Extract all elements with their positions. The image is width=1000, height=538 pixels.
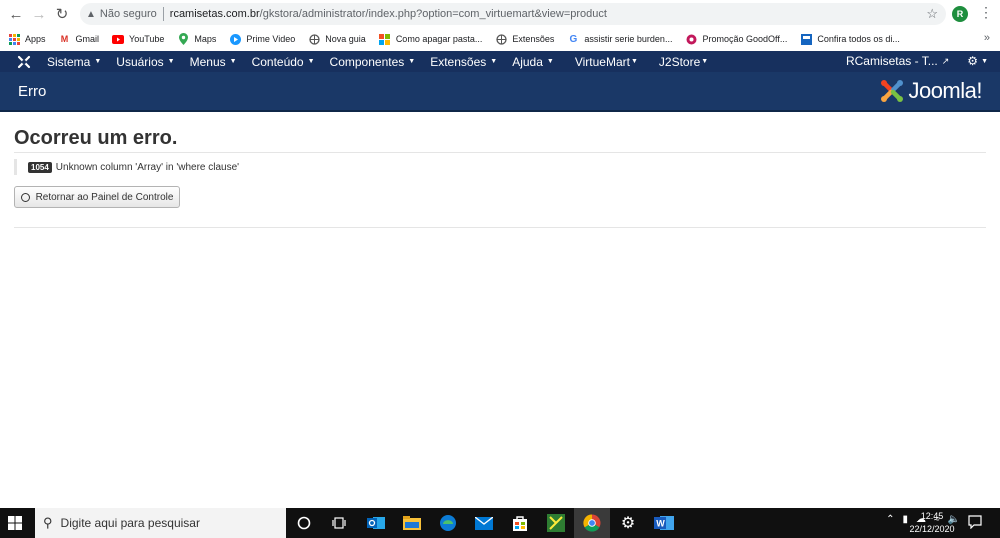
site-icon (800, 33, 812, 45)
nav-menus[interactable]: Menus ▼ (190, 55, 237, 69)
bookmark-maps[interactable]: Maps (177, 33, 216, 45)
settings-gear-icon[interactable]: ⚙ (617, 513, 639, 533)
joomla-wordmark: Joomla! (908, 78, 982, 103)
youtube-icon (112, 33, 125, 45)
chrome-icon[interactable] (581, 513, 603, 533)
error-heading: Ocorreu um erro. (14, 127, 178, 149)
chevron-up-icon[interactable]: ⌃ (886, 514, 894, 525)
bookmark-confira[interactable]: Confira todos os di... (800, 33, 900, 45)
divider (14, 152, 986, 153)
bookmark-assistir[interactable]: G assistir serie burden... (567, 33, 673, 45)
site-link[interactable]: RCamisetas - T... (846, 54, 938, 68)
gmail-icon: M (60, 34, 69, 44)
security-label: Não seguro (99, 8, 157, 20)
caret-down-icon: ▼ (167, 58, 175, 65)
prime-video-icon (229, 33, 241, 45)
nav-virtuemart[interactable]: VirtueMart ▼ (575, 55, 638, 69)
edge-icon[interactable] (437, 513, 459, 533)
svg-text:W: W (656, 519, 665, 529)
app-icon[interactable] (545, 513, 567, 533)
word-icon[interactable]: W (653, 513, 675, 533)
file-explorer-icon[interactable] (401, 513, 423, 533)
caret-down-icon: ▼ (307, 58, 315, 65)
dashboard-icon (20, 192, 30, 202)
caret-down-icon: ▼ (229, 58, 237, 65)
windows-icon (379, 33, 391, 45)
caret-down-icon: ▼ (701, 58, 709, 65)
apps-grid-icon (8, 33, 20, 45)
error-message: 1054 Unknown column 'Array' in 'where cl… (14, 159, 239, 175)
bookmark-youtube[interactable]: YouTube (112, 33, 164, 45)
browser-toolbar: ← → ↻ ▲ Não seguro rcamisetas.com.br/gks… (0, 0, 1000, 28)
search-icon: ⚲ (43, 515, 53, 530)
page-title: Erro (18, 83, 47, 100)
external-link-icon: ↗ (941, 55, 950, 66)
caret-down-icon: ▼ (546, 58, 554, 65)
joomla-small-logo-icon[interactable] (17, 55, 31, 69)
globe-icon (495, 33, 507, 45)
taskbar-search-box[interactable]: ⚲ Digite aqui para pesquisar (35, 508, 286, 538)
gear-icon[interactable]: ⚙ (967, 54, 978, 68)
bookmark-star-icon[interactable]: ☆ (926, 6, 938, 22)
navbar-right: RCamisetas - T... ↗ ⚙ ▼ (846, 54, 988, 68)
nav-componentes[interactable]: Componentes ▼ (330, 55, 416, 69)
bookmark-apps[interactable]: Apps (8, 33, 46, 45)
nav-j2store[interactable]: J2Store ▼ (659, 55, 708, 69)
bookmarks-bar: Apps M Gmail YouTube Maps Prime Video No… (0, 28, 1000, 50)
search-placeholder: Digite aqui para pesquisar (60, 516, 200, 530)
taskbar-clock[interactable]: 12:45 22/12/2020 (908, 510, 956, 536)
warning-icon: ▲ (86, 8, 96, 20)
nav-conteudo[interactable]: Conteúdo ▼ (252, 55, 315, 69)
more-bookmarks-icon[interactable]: » (984, 32, 990, 44)
nav-extensoes[interactable]: Extensões ▼ (430, 55, 497, 69)
nav-ajuda[interactable]: Ajuda ▼ (512, 55, 554, 69)
caret-down-icon: ▼ (981, 57, 988, 65)
maps-icon (177, 33, 189, 45)
bookmark-gmail[interactable]: M Gmail (59, 33, 99, 45)
joomla-brand-icon (881, 80, 904, 102)
windows-taskbar: ⚲ Digite aqui para pesquisar ⚙ W ⌃ ▮ ☁ ≈… (0, 508, 1000, 538)
url-host: rcamisetas.com.br (169, 8, 260, 20)
google-icon: G (569, 33, 578, 45)
address-divider (162, 7, 164, 21)
back-arrow-icon[interactable]: ← (6, 4, 26, 24)
return-control-panel-button[interactable]: Retornar ao Painel de Controle (14, 186, 180, 208)
bookmark-nova-guia[interactable]: Nova guia (308, 33, 366, 45)
caret-down-icon: ▼ (490, 58, 498, 65)
reload-icon[interactable]: ↻ (52, 4, 72, 24)
nav-sistema[interactable]: Sistema ▼ (47, 55, 101, 69)
outlook-icon[interactable] (365, 513, 387, 533)
mail-icon[interactable] (473, 513, 495, 533)
clock-time: 12:45 (920, 511, 944, 521)
error-code-badge: 1054 (28, 161, 52, 173)
divider (14, 227, 986, 228)
page-header: Erro Joomla! (0, 72, 1000, 112)
profile-avatar[interactable]: R (952, 6, 968, 22)
nav-usuarios[interactable]: Usuários ▼ (116, 55, 174, 69)
address-bar[interactable]: ▲ Não seguro rcamisetas.com.br/gkstora/a… (80, 3, 946, 25)
caret-down-icon: ▼ (94, 58, 102, 65)
admin-navbar: Sistema ▼ Usuários ▼ Menus ▼ Conteúdo ▼ Comp… (0, 51, 1000, 72)
clock-date: 22/12/2020 (909, 524, 955, 534)
forward-arrow-icon[interactable]: → (29, 4, 49, 24)
caret-down-icon: ▼ (630, 58, 638, 65)
bookmark-prime-video[interactable]: Prime Video (229, 33, 295, 45)
bookmark-promocao[interactable]: Promoção GoodOff... (685, 33, 787, 45)
task-view-icon[interactable] (328, 513, 350, 533)
globe-icon (308, 33, 320, 45)
windows-start-icon[interactable] (8, 516, 22, 530)
main-content: Ocorreu um erro. (14, 127, 986, 150)
promo-icon (685, 33, 697, 45)
error-text: Unknown column 'Array' in 'where clause' (55, 161, 240, 173)
url-path: /gkstora/administrator/index.php?option=… (259, 8, 607, 20)
bookmark-como-apagar[interactable]: Como apagar pasta... (379, 33, 482, 45)
kebab-menu-icon[interactable]: ⋮ (979, 5, 993, 23)
store-icon[interactable] (509, 513, 531, 533)
notification-icon[interactable] (968, 515, 982, 529)
joomla-logo: Joomla! (879, 78, 982, 104)
cortana-icon[interactable] (293, 513, 315, 533)
bookmark-extensoes[interactable]: Extensões (495, 33, 554, 45)
caret-down-icon: ▼ (408, 58, 416, 65)
